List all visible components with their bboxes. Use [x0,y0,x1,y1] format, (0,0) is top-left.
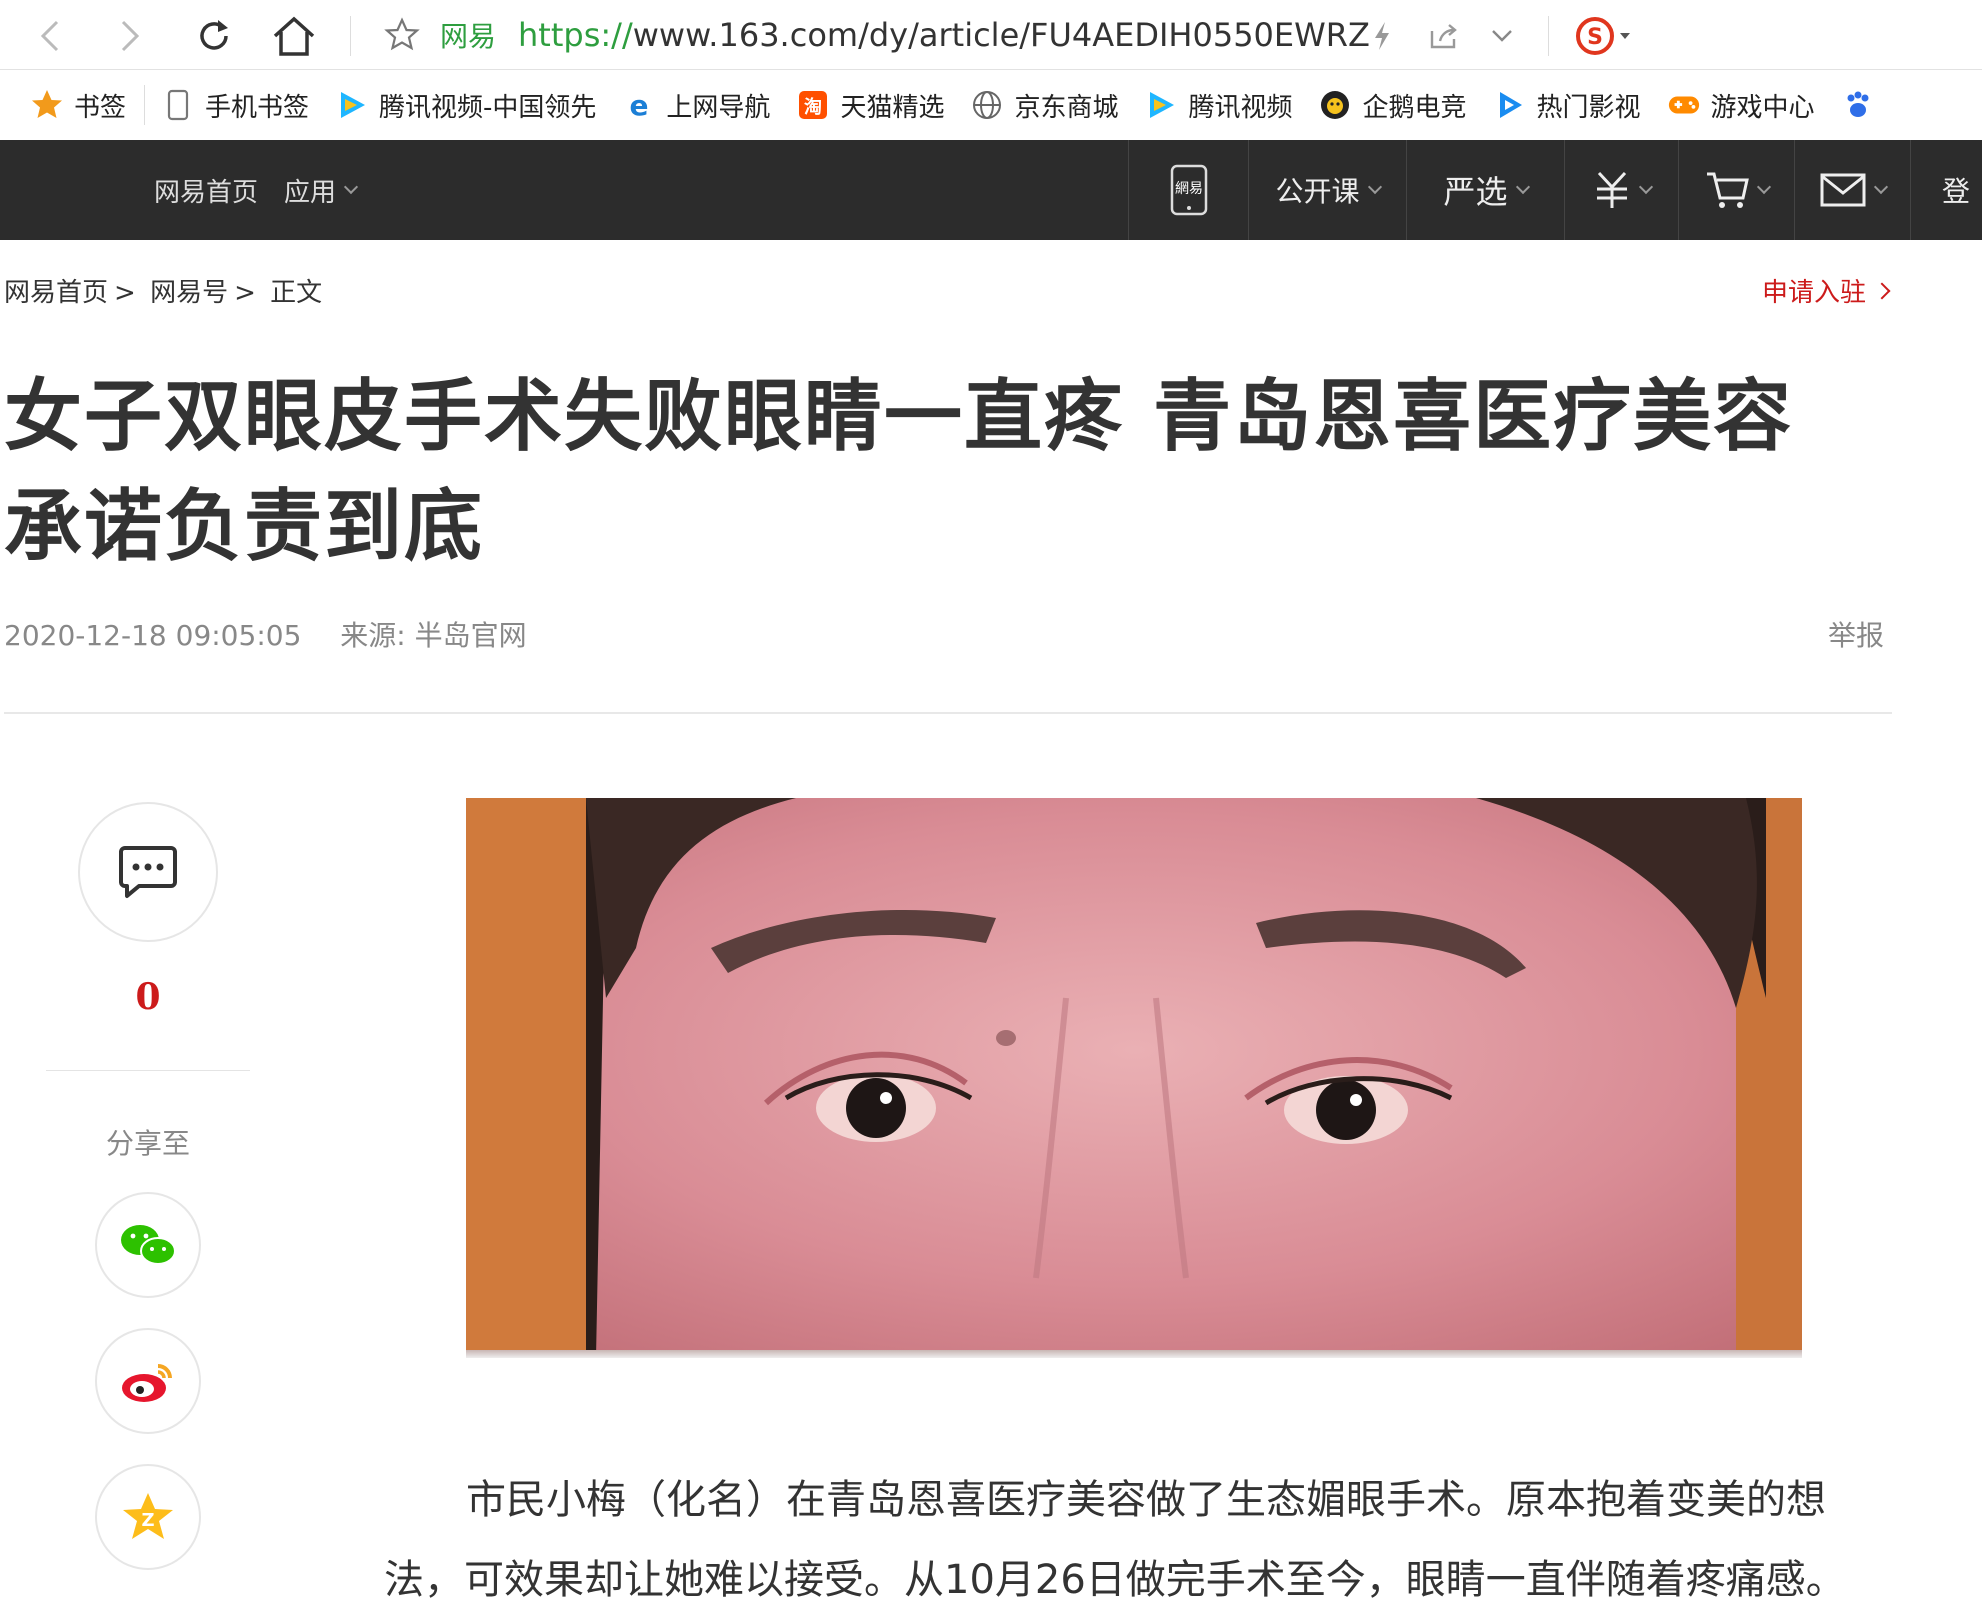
bookmark-item[interactable]: 书签 [0,80,140,130]
url-text: https://www.163.com/dy/article/FU4AEDIH0… [518,16,1370,54]
chevron-down-icon [1756,179,1771,195]
star-icon [30,88,64,122]
nav-mail[interactable] [1794,140,1910,240]
chevron-down-icon [1367,179,1382,195]
weibo-icon [122,1364,172,1402]
url-field[interactable]: 网易 https://www.163.com/dy/article/FU4AED… [358,6,1538,64]
divider [46,1070,250,1071]
chevron-down-icon [343,179,359,195]
chevron-left-icon [40,20,59,52]
reload-button[interactable] [186,8,242,64]
article-title: 女子双眼皮手术失败眼睛一直疼 青岛恩喜医疗美容承诺负责到底 [4,372,1794,572]
qzone-icon: Z [123,1493,173,1539]
face-photo-image [466,798,1802,1358]
site-top-nav: 网易首页 应用 網易 公开课 严选 登 [0,140,1982,240]
breadcrumb-current: 正文 [270,278,323,308]
chevron-down-icon[interactable] [1482,14,1522,58]
bookmark-item[interactable]: 游戏中心 [1655,80,1829,130]
bookmark-item-partial[interactable] [1829,80,1899,130]
share-weibo-button[interactable] [95,1328,201,1434]
bookmark-item[interactable]: 淘 天猫精选 [784,80,958,130]
nav-yanxuan[interactable]: 严选 [1406,140,1564,240]
share-icon[interactable] [1424,14,1464,58]
share-label: 分享至 [105,1127,190,1160]
article-meta: 2020-12-18 09:05:05 来源: 半岛官网 [4,614,527,654]
baidu-paw-icon [1841,88,1875,122]
bookmark-item[interactable]: e 上网导航 [610,80,784,130]
breadcrumb-home[interactable]: 网易首页 [4,278,108,308]
penguin-esports-icon [1318,88,1352,122]
globe-icon [970,88,1004,122]
article-source: 来源: 半岛官网 [340,619,527,652]
article-photo [466,798,1802,1358]
tencent-video-icon [335,88,369,122]
comment-count[interactable]: 0 [78,976,218,1018]
nav-finance[interactable] [1564,140,1678,240]
svg-text:淘: 淘 [804,96,822,118]
nav-apps[interactable]: 应用 [284,172,359,209]
tmall-icon: 淘 [796,88,830,122]
bookmark-item[interactable]: 腾讯视频 [1132,80,1306,130]
cart-icon [1706,172,1749,208]
share-qzone-button[interactable]: Z [95,1464,201,1570]
tencent-video-icon [1144,88,1178,122]
nav-netease-home[interactable]: 网易首页 [154,172,258,209]
bookmark-item[interactable]: 京东商城 [958,80,1132,130]
phone-icon [161,88,195,122]
comment-button[interactable] [78,802,218,942]
nav-cart[interactable] [1678,140,1794,240]
article-datetime: 2020-12-18 09:05:05 [4,619,302,652]
comment-icon [119,846,177,898]
nav-login[interactable]: 登 [1910,140,1970,240]
nav-mobile-app[interactable]: 網易 [1128,140,1248,240]
article-paragraph: 市民小梅（化名）在青岛恩喜医疗美容做了生态媚眼手术。原本抱着变美的想法，可效果却… [384,1477,1846,1603]
nav-open-course[interactable]: 公开课 [1248,140,1406,240]
star-outline-icon[interactable] [384,17,420,53]
svg-text:e: e [630,89,649,121]
home-button[interactable] [266,8,322,64]
bookmarks-bar: 书签 手机书签 腾讯视频-中国领先 e 上网导航 淘 天猫精选 京东商城 腾讯视… [0,70,1982,140]
reload-icon [200,20,228,50]
back-button[interactable] [22,8,78,64]
chevron-right-icon [1873,282,1891,299]
gamepad-icon [1667,88,1701,122]
yuan-icon [1596,171,1627,208]
forward-button[interactable] [102,8,158,64]
bookmark-item[interactable]: 腾讯视频-中国领先 [323,80,610,130]
svg-text:Z: Z [141,1510,154,1531]
mail-icon [1820,173,1865,207]
breadcrumb-netease-hao[interactable]: 网易号 [150,278,228,308]
mobile-netease-icon: 網易 [1170,164,1207,216]
chevron-right-icon [121,20,140,52]
wechat-icon [121,1225,176,1265]
chevron-down-icon [1873,179,1888,195]
play-icon [1493,88,1527,122]
report-link[interactable]: 举报 [1828,614,1884,654]
home-icon [273,16,315,56]
bookmark-item[interactable]: 企鹅电竞 [1306,80,1480,130]
svg-text:S: S [1587,25,1603,50]
sogou-search-icon[interactable]: S [1568,14,1638,58]
site-name: 网易 [440,20,497,53]
browser-address-bar: 网易 https://www.163.com/dy/article/FU4AED… [0,0,1982,70]
divider [4,712,1892,714]
bookmark-item[interactable]: 手机书签 [149,80,323,130]
breadcrumb: 网易首页 > 网易号 > 正文 [4,278,323,308]
share-wechat-button[interactable] [95,1192,201,1298]
svg-text:網易: 網易 [1175,181,1203,197]
apply-join-link[interactable]: 申请入驻 [1762,272,1891,309]
lightning-icon[interactable] [1362,14,1402,58]
chevron-down-icon [1515,179,1530,195]
chevron-down-icon [1638,179,1653,195]
ie-icon: e [622,88,656,122]
bookmark-item[interactable]: 热门影视 [1481,80,1655,130]
